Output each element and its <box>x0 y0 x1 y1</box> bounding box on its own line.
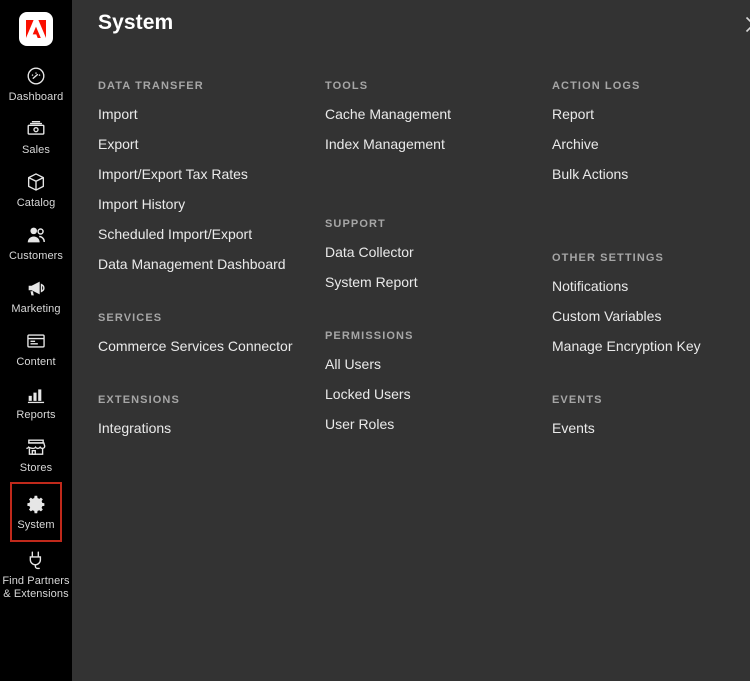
admin-menu-screen: Dashboard Sales Catalog Customers Marketing C… <box>0 0 750 681</box>
sidebar-item-dashboard[interactable]: Dashboard <box>0 58 72 111</box>
menu-link-user-roles[interactable]: User Roles <box>325 416 394 432</box>
menu-group-title: DATA TRANSFER <box>98 80 325 92</box>
customers-icon <box>23 223 49 247</box>
sidebar-item-label: Sales <box>22 144 50 157</box>
menu-column-3: ACTION LOGS Report Archive Bulk Actions OTHE… <box>552 80 750 450</box>
menu-link-index-management[interactable]: Index Management <box>325 136 445 152</box>
menu-group-permissions: PERMISSIONS All Users Locked Users User Rol… <box>325 330 552 432</box>
main-sidebar: Dashboard Sales Catalog Customers Marketing C… <box>0 0 72 681</box>
panel-header: System <box>72 0 750 48</box>
sidebar-item-reports[interactable]: Reports <box>0 376 72 429</box>
menu-group-extensions: EXTENSIONS Integrations <box>98 394 325 436</box>
plug-icon <box>23 548 49 572</box>
menu-link-archive[interactable]: Archive <box>552 136 599 152</box>
menu-link-events[interactable]: Events <box>552 420 595 436</box>
content-icon <box>23 329 49 353</box>
sidebar-item-customers[interactable]: Customers <box>0 217 72 270</box>
sidebar-item-label: Dashboard <box>9 91 64 104</box>
close-icon <box>745 16 750 33</box>
menu-group-title: SUPPORT <box>325 218 552 230</box>
dashboard-icon <box>23 64 49 88</box>
sidebar-item-stores[interactable]: Stores <box>0 429 72 482</box>
stores-icon <box>23 435 49 459</box>
menu-link-bulk-actions[interactable]: Bulk Actions <box>552 166 628 182</box>
sidebar-item-label: Find Partners & Extensions <box>2 575 69 601</box>
menu-group-title: ACTION LOGS <box>552 80 750 92</box>
menu-link-integrations[interactable]: Integrations <box>98 420 171 436</box>
menu-link-system-report[interactable]: System Report <box>325 274 418 290</box>
menu-group-tools: TOOLS Cache Management Index Management <box>325 80 552 152</box>
menu-link-custom-variables[interactable]: Custom Variables <box>552 308 661 324</box>
group-spacer <box>325 166 552 218</box>
marketing-icon <box>23 276 49 300</box>
sidebar-item-marketing[interactable]: Marketing <box>0 270 72 323</box>
menu-column-2: TOOLS Cache Management Index Management SUP… <box>325 80 552 450</box>
menu-group-data-transfer: DATA TRANSFER Import Export Import/Export T… <box>98 80 325 272</box>
menu-link-cache-management[interactable]: Cache Management <box>325 106 451 122</box>
sidebar-item-label: Catalog <box>17 197 56 210</box>
adobe-logo-icon <box>26 20 46 38</box>
menu-group-title: OTHER SETTINGS <box>552 252 750 264</box>
menu-link-data-collector[interactable]: Data Collector <box>325 244 414 260</box>
menu-group-support: SUPPORT Data Collector System Report <box>325 218 552 290</box>
sidebar-item-content[interactable]: Content <box>0 323 72 376</box>
sidebar-item-find-partners-extensions[interactable]: Find Partners & Extensions <box>0 542 72 608</box>
menu-link-import-history[interactable]: Import History <box>98 196 185 212</box>
menu-link-manage-encryption-key[interactable]: Manage Encryption Key <box>552 338 701 354</box>
menu-group-events: EVENTS Events <box>552 394 750 436</box>
sidebar-item-label: Marketing <box>11 303 60 316</box>
menu-link-report[interactable]: Report <box>552 106 594 122</box>
menu-group-title: TOOLS <box>325 80 552 92</box>
close-button[interactable] <box>739 10 750 38</box>
menu-group-other-settings: OTHER SETTINGS Notifications Custom Variab… <box>552 252 750 354</box>
menu-group-title: SERVICES <box>98 312 325 324</box>
group-spacer <box>98 286 325 312</box>
menu-group-title: EXTENSIONS <box>98 394 325 406</box>
menu-link-notifications[interactable]: Notifications <box>552 278 628 294</box>
menu-link-export[interactable]: Export <box>98 136 138 152</box>
reports-icon <box>23 382 49 406</box>
menu-group-services: SERVICES Commerce Services Connector <box>98 312 325 354</box>
sidebar-item-label: Customers <box>9 250 63 263</box>
sidebar-item-label: System <box>17 519 54 532</box>
gear-icon <box>23 492 49 516</box>
menu-link-data-management-dashboard[interactable]: Data Management Dashboard <box>98 256 286 272</box>
brand-logo[interactable] <box>0 0 72 58</box>
group-spacer <box>552 368 750 394</box>
sidebar-item-catalog[interactable]: Catalog <box>0 164 72 217</box>
menu-link-import-export-tax-rates[interactable]: Import/Export Tax Rates <box>98 166 248 182</box>
sidebar-item-system[interactable]: System <box>10 482 62 542</box>
menu-group-action-logs: ACTION LOGS Report Archive Bulk Actions <box>552 80 750 182</box>
menu-link-commerce-services-connector[interactable]: Commerce Services Connector <box>98 338 293 354</box>
sidebar-item-sales[interactable]: Sales <box>0 111 72 164</box>
catalog-icon <box>23 170 49 194</box>
menu-columns: DATA TRANSFER Import Export Import/Export T… <box>72 48 750 450</box>
menu-link-scheduled-import-export[interactable]: Scheduled Import/Export <box>98 226 252 242</box>
adobe-logo <box>19 12 53 46</box>
page-title: System <box>98 11 173 35</box>
sales-icon <box>23 117 49 141</box>
menu-column-1: DATA TRANSFER Import Export Import/Export T… <box>98 80 325 450</box>
sidebar-nav-list: Dashboard Sales Catalog Customers Marketing C… <box>0 58 72 608</box>
group-spacer <box>325 304 552 330</box>
menu-link-import[interactable]: Import <box>98 106 138 122</box>
menu-link-locked-users[interactable]: Locked Users <box>325 386 411 402</box>
group-spacer <box>552 196 750 252</box>
group-spacer <box>98 368 325 394</box>
sidebar-item-label: Stores <box>20 462 52 475</box>
sidebar-item-label: Content <box>16 356 55 369</box>
menu-group-title: PERMISSIONS <box>325 330 552 342</box>
menu-group-title: EVENTS <box>552 394 750 406</box>
menu-link-all-users[interactable]: All Users <box>325 356 381 372</box>
system-menu-panel: System DATA TRANSFER Import Export Import/E… <box>72 0 750 681</box>
sidebar-item-label: Reports <box>16 409 55 422</box>
